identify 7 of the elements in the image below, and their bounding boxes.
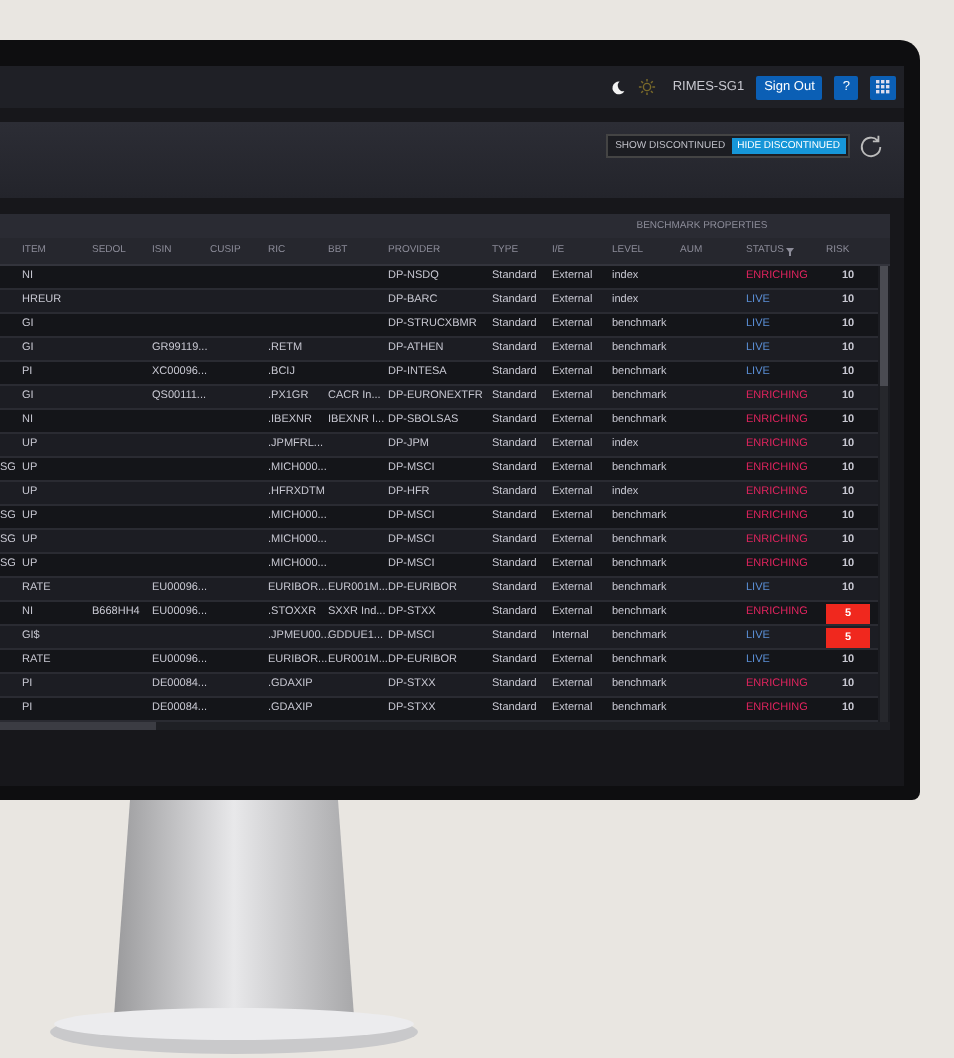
filter-icon[interactable]: [785, 247, 794, 255]
moon-icon[interactable]: [610, 79, 627, 95]
grid-icon: [876, 80, 890, 94]
vertical-scrollbar[interactable]: [880, 266, 888, 722]
apps-grid-button[interactable]: [870, 75, 896, 99]
refresh-icon[interactable]: [858, 134, 884, 160]
sun-icon[interactable]: [638, 78, 657, 96]
